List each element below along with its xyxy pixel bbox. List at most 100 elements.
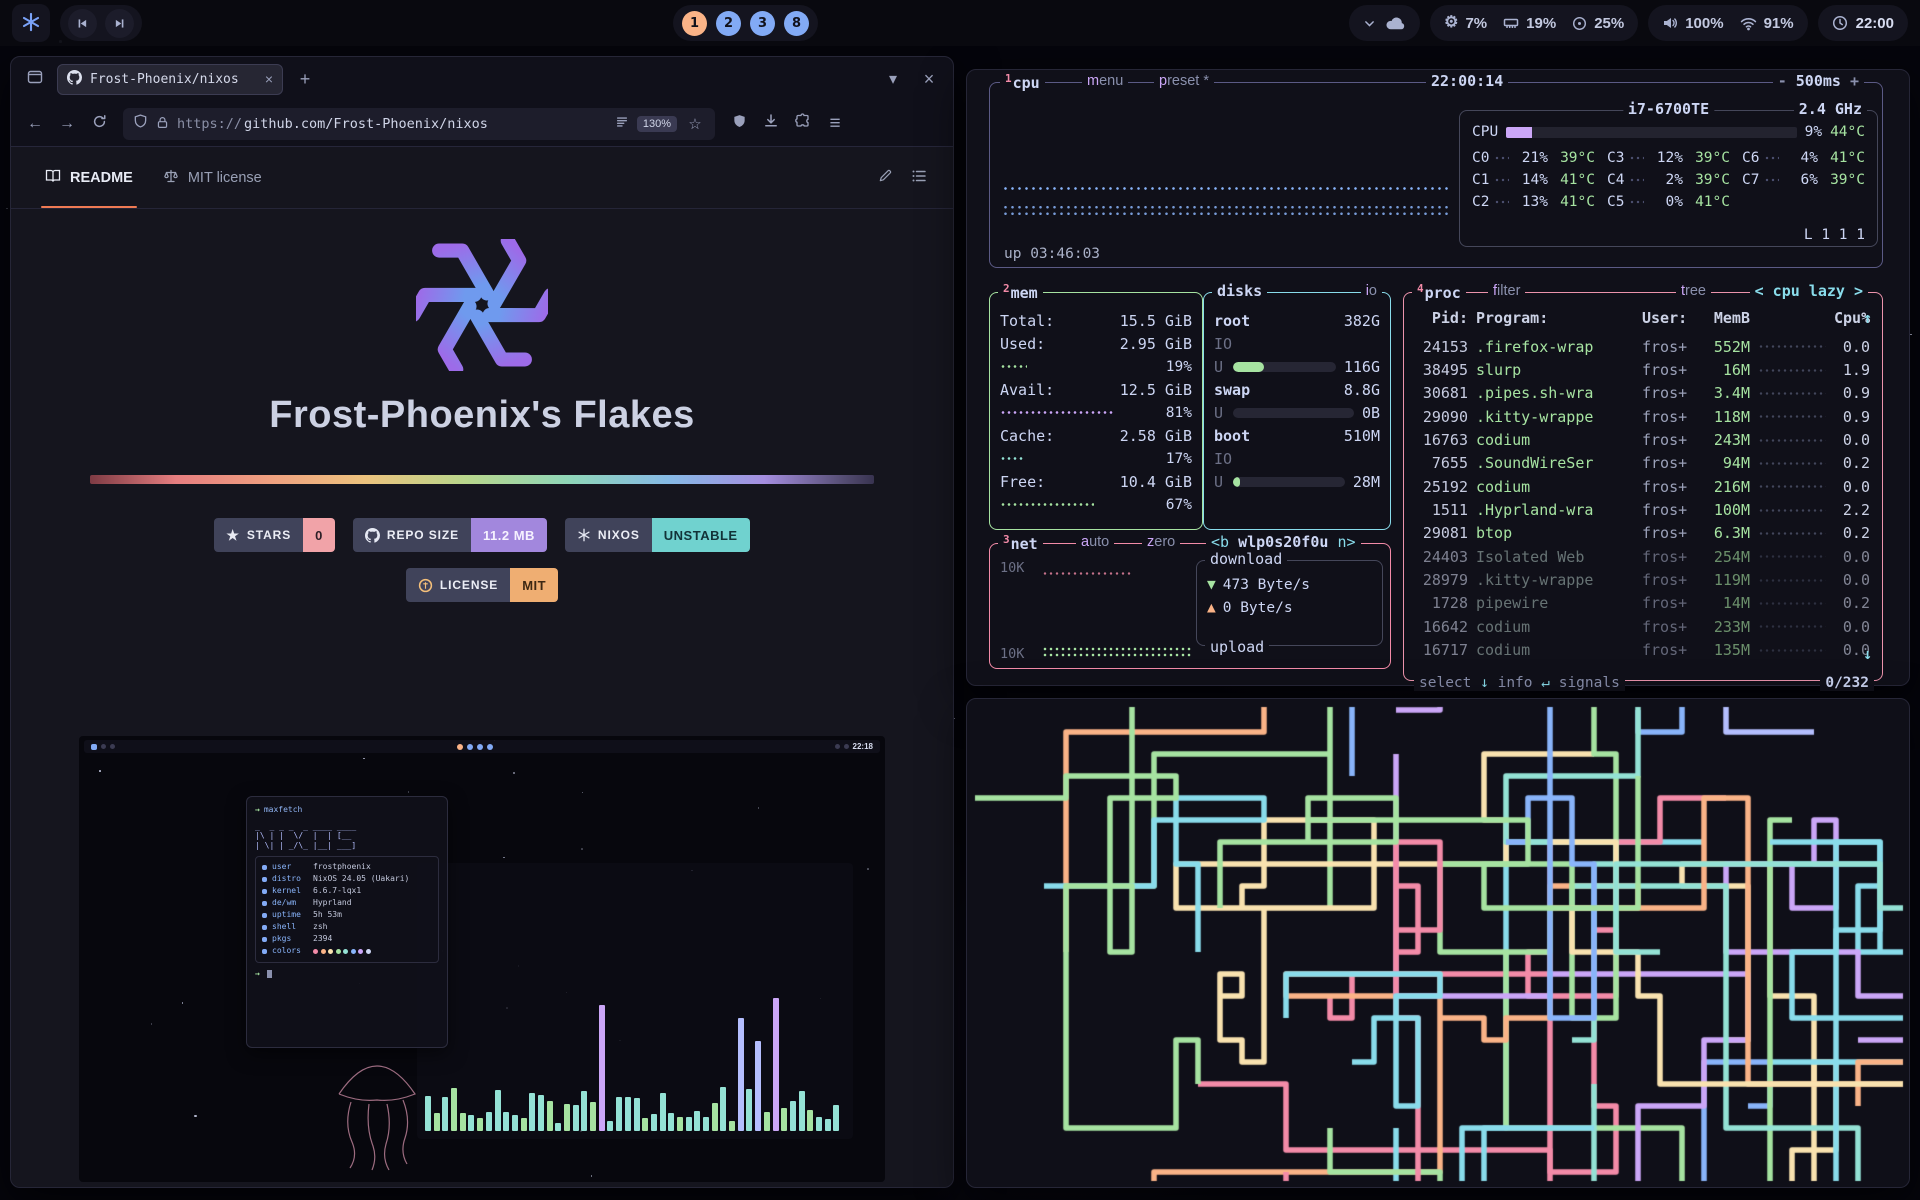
cava-bar xyxy=(590,1102,596,1131)
cava-bar xyxy=(668,1113,674,1131)
workspace-button-3[interactable]: 3 xyxy=(750,11,775,36)
system-stats-widget[interactable]: ⚙7% 19% 25% xyxy=(1430,5,1638,41)
process-row-25192[interactable]: 25192codiumfros+216M0.0 xyxy=(1416,475,1870,498)
cava-bar xyxy=(790,1101,796,1131)
mem-box-label: mem xyxy=(1011,284,1038,302)
proc-filter-button[interactable]: filter xyxy=(1488,283,1525,299)
wifi-icon xyxy=(1740,15,1757,32)
process-row-24153[interactable]: 24153.firefox-wrapfros+552M0.0 xyxy=(1416,335,1870,358)
scroll-up-icon[interactable]: ↑ xyxy=(1863,309,1872,327)
btop-menu-button[interactable]: menu xyxy=(1082,73,1128,89)
header-user[interactable]: User: xyxy=(1642,309,1694,327)
clock-widget[interactable]: 22:00 xyxy=(1818,5,1908,41)
process-row-1728[interactable]: 1728pipewirefros+14M0.2 xyxy=(1416,592,1870,615)
badge-nixos[interactable]: NIXOSUNSTABLE xyxy=(565,518,750,552)
outline-button[interactable] xyxy=(911,168,927,188)
firefox-view-button[interactable] xyxy=(21,65,49,93)
process-row-16642[interactable]: 16642codiumfros+233M0.0 xyxy=(1416,615,1870,638)
cava-bar xyxy=(599,1005,605,1131)
process-row-29090[interactable]: 29090.kitty-wrappefros+118M0.9 xyxy=(1416,405,1870,428)
net-zero-button[interactable]: zero xyxy=(1142,534,1180,550)
net-interface-name: wlp0s20f0u xyxy=(1238,533,1328,551)
proc-sort-control[interactable]: < cpu lazy > xyxy=(1750,282,1868,300)
proc-tree-button[interactable]: tree xyxy=(1676,283,1711,299)
list-all-tabs-button[interactable]: ▾ xyxy=(879,65,907,93)
reader-mode-icon[interactable] xyxy=(615,114,629,133)
media-next-button[interactable] xyxy=(105,9,134,38)
reload-icon xyxy=(92,114,107,134)
url-bar[interactable]: https://github.com/Frost-Phoenix/nixos 1… xyxy=(123,108,715,140)
star xyxy=(363,758,365,760)
adblock-extension-button[interactable] xyxy=(725,110,753,138)
audio-network-widget[interactable]: 100% 91% xyxy=(1648,5,1807,41)
tab-close-button[interactable]: × xyxy=(265,71,273,87)
btop-preset-button[interactable]: preset * xyxy=(1154,73,1214,89)
select-key-label[interactable]: select xyxy=(1419,675,1471,691)
cava-bar xyxy=(503,1112,509,1131)
badge-repo-size[interactable]: REPO SIZE11.2 MB xyxy=(353,518,547,552)
ram-usage-value: 19% xyxy=(1526,15,1556,32)
weather-widget[interactable] xyxy=(1349,5,1420,41)
cava-bar xyxy=(634,1098,640,1131)
reload-button[interactable] xyxy=(85,110,113,138)
interval-decrease-button[interactable]: - xyxy=(1778,72,1787,90)
badge-stars[interactable]: ★STARS0 xyxy=(214,518,334,552)
tab-readme[interactable]: README xyxy=(45,147,133,208)
cpu-core-c5: C50%41°C xyxy=(1607,191,1730,213)
process-row-29081[interactable]: 29081btopfros+6.3M0.2 xyxy=(1416,522,1870,545)
media-prev-button[interactable] xyxy=(68,9,97,38)
header-mem[interactable]: MemB xyxy=(1702,309,1750,327)
workspace-button-1[interactable]: 1 xyxy=(682,11,707,36)
palette-dot xyxy=(358,949,363,954)
downloads-button[interactable] xyxy=(757,110,785,138)
net-upload-graph xyxy=(1042,570,1132,577)
btop-window: 1cpu menu preset * 22:00:14 - 500ms + up… xyxy=(966,69,1910,686)
cava-bar xyxy=(625,1097,631,1131)
disks-io-toggle[interactable]: io xyxy=(1361,283,1382,299)
scroll-down-icon[interactable]: ↓ xyxy=(1863,645,1872,663)
cava-bar xyxy=(833,1105,839,1131)
net-next-interface-button[interactable]: n> xyxy=(1337,533,1355,551)
cpu-total-temp: 44°C xyxy=(1830,124,1865,140)
star xyxy=(758,807,760,809)
signals-key-label[interactable]: signals xyxy=(1559,675,1620,691)
header-program[interactable]: Program: xyxy=(1476,309,1634,327)
back-button[interactable]: ← xyxy=(21,110,49,138)
palette-dot xyxy=(328,949,333,954)
badge-license[interactable]: LICENSEMIT xyxy=(406,568,558,602)
bookmark-star-button[interactable]: ☆ xyxy=(685,114,705,134)
interval-increase-button[interactable]: + xyxy=(1850,72,1859,90)
extensions-button[interactable] xyxy=(789,110,817,138)
header-pid[interactable]: Pid: xyxy=(1416,309,1468,327)
workspace-button-2[interactable]: 2 xyxy=(716,11,741,36)
mem-box-hotkey: 2 xyxy=(1003,282,1010,295)
process-row-30681[interactable]: 30681.pipes.sh-wrafros+3.4M0.9 xyxy=(1416,382,1870,405)
menu-button[interactable]: ≡ xyxy=(821,110,849,138)
screenshot-dot xyxy=(835,744,840,749)
process-row-1511[interactable]: 1511.Hyprland-wrafros+100M2.2 xyxy=(1416,498,1870,521)
browser-tab-active[interactable]: Frost-Phoenix/nixos × xyxy=(57,64,283,95)
fetch-info-box: userfrostphoenixdistroNixOS 24.05 (Uakar… xyxy=(255,856,439,963)
net-prev-interface-button[interactable]: <b xyxy=(1211,533,1229,551)
new-tab-button[interactable]: + xyxy=(291,65,319,93)
process-row-16717[interactable]: 16717codiumfros+135M0.0 xyxy=(1416,638,1870,661)
window-close-button[interactable]: × xyxy=(915,65,943,93)
process-row-7655[interactable]: 7655.SoundWireSerfros+94M0.2 xyxy=(1416,452,1870,475)
zoom-level-button[interactable]: 130% xyxy=(637,116,677,132)
net-auto-button[interactable]: auto xyxy=(1076,534,1114,550)
process-row-16763[interactable]: 16763codiumfros+243M0.0 xyxy=(1416,428,1870,451)
tab-mit-license[interactable]: MIT license xyxy=(163,147,262,208)
screenshot-workspace-dot xyxy=(467,744,473,750)
nixos-launcher-button[interactable] xyxy=(12,4,50,42)
disk-icon xyxy=(1572,16,1587,31)
forward-button[interactable]: → xyxy=(53,110,81,138)
cpu-cores-panel: i7-6700TE 2.4 GHz CPU 9% 44°C C021%39°CC… xyxy=(1459,110,1878,247)
cpu-box-label: cpu xyxy=(1013,74,1040,92)
info-key-label[interactable]: info xyxy=(1498,675,1533,691)
edit-readme-button[interactable] xyxy=(878,168,893,188)
process-row-24403[interactable]: 24403Isolated Webfros+254M0.0 xyxy=(1416,545,1870,568)
process-row-38495[interactable]: 38495slurpfros+16M1.9 xyxy=(1416,358,1870,381)
cava-bar xyxy=(781,1108,787,1131)
workspace-button-8[interactable]: 8 xyxy=(784,11,809,36)
process-row-28979[interactable]: 28979.kitty-wrappefros+119M0.0 xyxy=(1416,568,1870,591)
